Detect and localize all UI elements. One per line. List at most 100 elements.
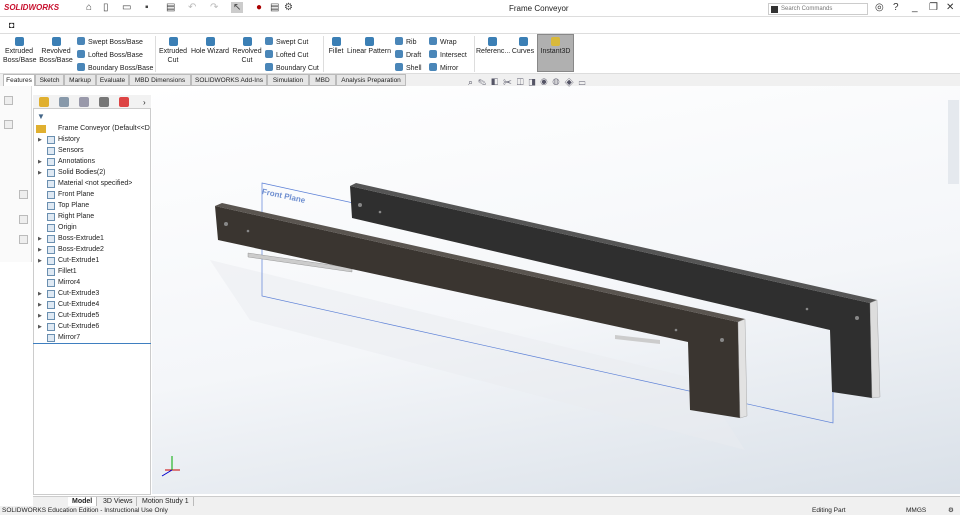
tree-root[interactable]: Frame Conveyor (Default<<D (58, 125, 150, 132)
tree-item[interactable]: Front Plane (58, 191, 94, 198)
tab-3d-views[interactable]: 3D Views (99, 497, 138, 506)
annotation-tool-icon[interactable] (4, 120, 13, 129)
rollback-bar[interactable] (33, 343, 151, 344)
tab-solidworks-addins[interactable]: SOLIDWORKS Add-Ins (191, 74, 267, 86)
solidworks-logo[interactable]: SOLIDWORKS (4, 3, 59, 12)
mirror-button[interactable]: Mirror (429, 63, 458, 73)
boundary-boss-button[interactable]: Boundary Boss/Base (77, 63, 153, 73)
expand-arrow-icon[interactable]: ▶ (38, 291, 42, 297)
select-arrow-icon[interactable]: ↖ (231, 2, 244, 13)
tree-item[interactable]: Top Plane (58, 202, 89, 209)
configuration-manager-tab-icon[interactable] (79, 97, 89, 107)
hole-wizard-button[interactable]: Hole Wizard (190, 37, 230, 56)
dimxpert-tab-icon[interactable] (99, 97, 109, 107)
display-tool-icon[interactable] (19, 215, 28, 224)
tree-item[interactable]: Cut-Extrude3 (58, 290, 99, 297)
rib-button[interactable]: Rib (395, 37, 417, 47)
swept-cut-button[interactable]: Swept Cut (265, 37, 308, 47)
tab-evaluate[interactable]: Evaluate (96, 74, 129, 86)
tab-sketch[interactable]: Sketch (35, 74, 64, 86)
sketch-tool-icon[interactable] (4, 96, 13, 105)
options-gear-icon[interactable]: ⚙ (284, 2, 293, 13)
boundary-cut-button[interactable]: Boundary Cut (265, 63, 319, 73)
rebuild-icon[interactable]: ● (256, 2, 262, 13)
feature-tree-tab-icon[interactable] (39, 97, 49, 107)
draft-button[interactable]: Draft (395, 50, 421, 60)
heads-up-view-toolbar[interactable]: ⌕✎◧✂◫◨◉◍◈▭ (468, 77, 590, 88)
expand-arrow-icon[interactable]: ▶ (38, 247, 42, 253)
intersect-button[interactable]: Intersect (429, 50, 467, 60)
fillet-button[interactable]: Fillet (326, 37, 346, 56)
tree-item[interactable]: Sensors (58, 147, 84, 154)
tree-item[interactable]: Annotations (58, 158, 95, 165)
user-icon[interactable]: ◎ (875, 2, 884, 13)
expand-arrow-icon[interactable]: ▶ (38, 137, 42, 143)
graphics-area[interactable] (152, 86, 960, 494)
property-manager-tab-icon[interactable] (59, 97, 69, 107)
more-tabs-chevron-icon[interactable]: › (143, 98, 146, 107)
save-icon[interactable]: ▪ (145, 2, 149, 13)
new-document-icon[interactable]: ▯ (103, 2, 109, 13)
tree-item[interactable]: Boss-Extrude2 (58, 246, 104, 253)
shell-button[interactable]: Shell (395, 63, 422, 73)
wrap-button[interactable]: Wrap (429, 37, 457, 47)
extruded-boss-button[interactable]: Extruded Boss/Base (3, 37, 36, 65)
tree-item[interactable]: Solid Bodies(2) (58, 169, 105, 176)
expand-arrow-icon[interactable]: ▶ (38, 236, 42, 242)
tab-markup[interactable]: Markup (64, 74, 96, 86)
tab-mbd-dimensions[interactable]: MBD Dimensions (129, 74, 191, 86)
close-button[interactable]: ✕ (946, 2, 954, 13)
units-selector[interactable]: MMGS (906, 506, 926, 515)
appearance-tool-icon[interactable] (19, 235, 28, 244)
customize-icon[interactable]: ⚙ (948, 506, 954, 515)
expand-arrow-icon[interactable]: ▶ (38, 258, 42, 264)
print-icon[interactable]: ▤ (166, 2, 175, 13)
undo-icon[interactable]: ↶ (188, 2, 196, 13)
redo-icon[interactable]: ↷ (210, 2, 218, 13)
tree-item[interactable]: Material <not specified> (58, 180, 132, 187)
tree-item[interactable]: Boss-Extrude1 (58, 235, 104, 242)
tree-item[interactable]: Origin (58, 224, 77, 231)
camera-icon[interactable]: ◘ (9, 20, 14, 30)
search-commands-input[interactable]: Search Commands (768, 3, 868, 15)
expand-arrow-icon[interactable]: ▶ (38, 313, 42, 319)
tree-item[interactable]: Right Plane (58, 213, 94, 220)
home-icon[interactable]: ⌂ (86, 2, 92, 13)
tab-analysis-preparation[interactable]: Analysis Preparation (336, 74, 406, 86)
tree-item[interactable]: Cut-Extrude6 (58, 323, 99, 330)
file-properties-icon[interactable]: ▤ (270, 2, 279, 13)
help-icon[interactable]: ? (893, 2, 899, 13)
tab-features[interactable]: Features (3, 74, 35, 86)
restore-button[interactable]: ❐ (929, 2, 938, 13)
open-folder-icon[interactable]: ▭ (122, 2, 131, 13)
lofted-cut-button[interactable]: Lofted Cut (265, 50, 308, 60)
display-manager-tab-icon[interactable] (119, 97, 129, 107)
tab-motion-study[interactable]: Motion Study 1 (138, 497, 194, 506)
expand-arrow-icon[interactable]: ▶ (38, 170, 42, 176)
tree-item[interactable]: Mirror7 (58, 334, 80, 341)
linear-pattern-button[interactable]: Linear Pattern (347, 37, 391, 56)
expand-arrow-icon[interactable]: ▶ (38, 159, 42, 165)
extruded-cut-button[interactable]: Extruded Cut (157, 37, 189, 65)
model-view[interactable] (152, 86, 960, 494)
tree-item[interactable]: Fillet1 (58, 268, 77, 275)
expand-arrow-icon[interactable]: ▶ (38, 302, 42, 308)
revolved-boss-button[interactable]: Revolved Boss/Base (39, 37, 73, 65)
tree-item[interactable]: Cut-Extrude4 (58, 301, 99, 308)
swept-boss-button[interactable]: Swept Boss/Base (77, 37, 143, 47)
tree-item[interactable]: Mirror4 (58, 279, 80, 286)
curves-button[interactable]: Curves (511, 37, 535, 56)
task-pane-tabs[interactable] (948, 100, 959, 184)
tab-simulation[interactable]: Simulation (267, 74, 309, 86)
lofted-boss-button[interactable]: Lofted Boss/Base (77, 50, 143, 60)
tab-mbd[interactable]: MBD (309, 74, 336, 86)
tree-item[interactable]: Cut-Extrude5 (58, 312, 99, 319)
view-tool-icon[interactable] (19, 190, 28, 199)
filter-icon[interactable]: ▼ (37, 112, 45, 121)
minimize-button[interactable]: _ (912, 2, 918, 13)
reference-geometry-button[interactable]: Referenc... (476, 37, 510, 56)
revolved-cut-button[interactable]: Revolved Cut (231, 37, 263, 65)
expand-arrow-icon[interactable]: ▶ (38, 324, 42, 330)
tab-model[interactable]: Model (68, 497, 98, 506)
tree-item[interactable]: History (58, 136, 80, 143)
